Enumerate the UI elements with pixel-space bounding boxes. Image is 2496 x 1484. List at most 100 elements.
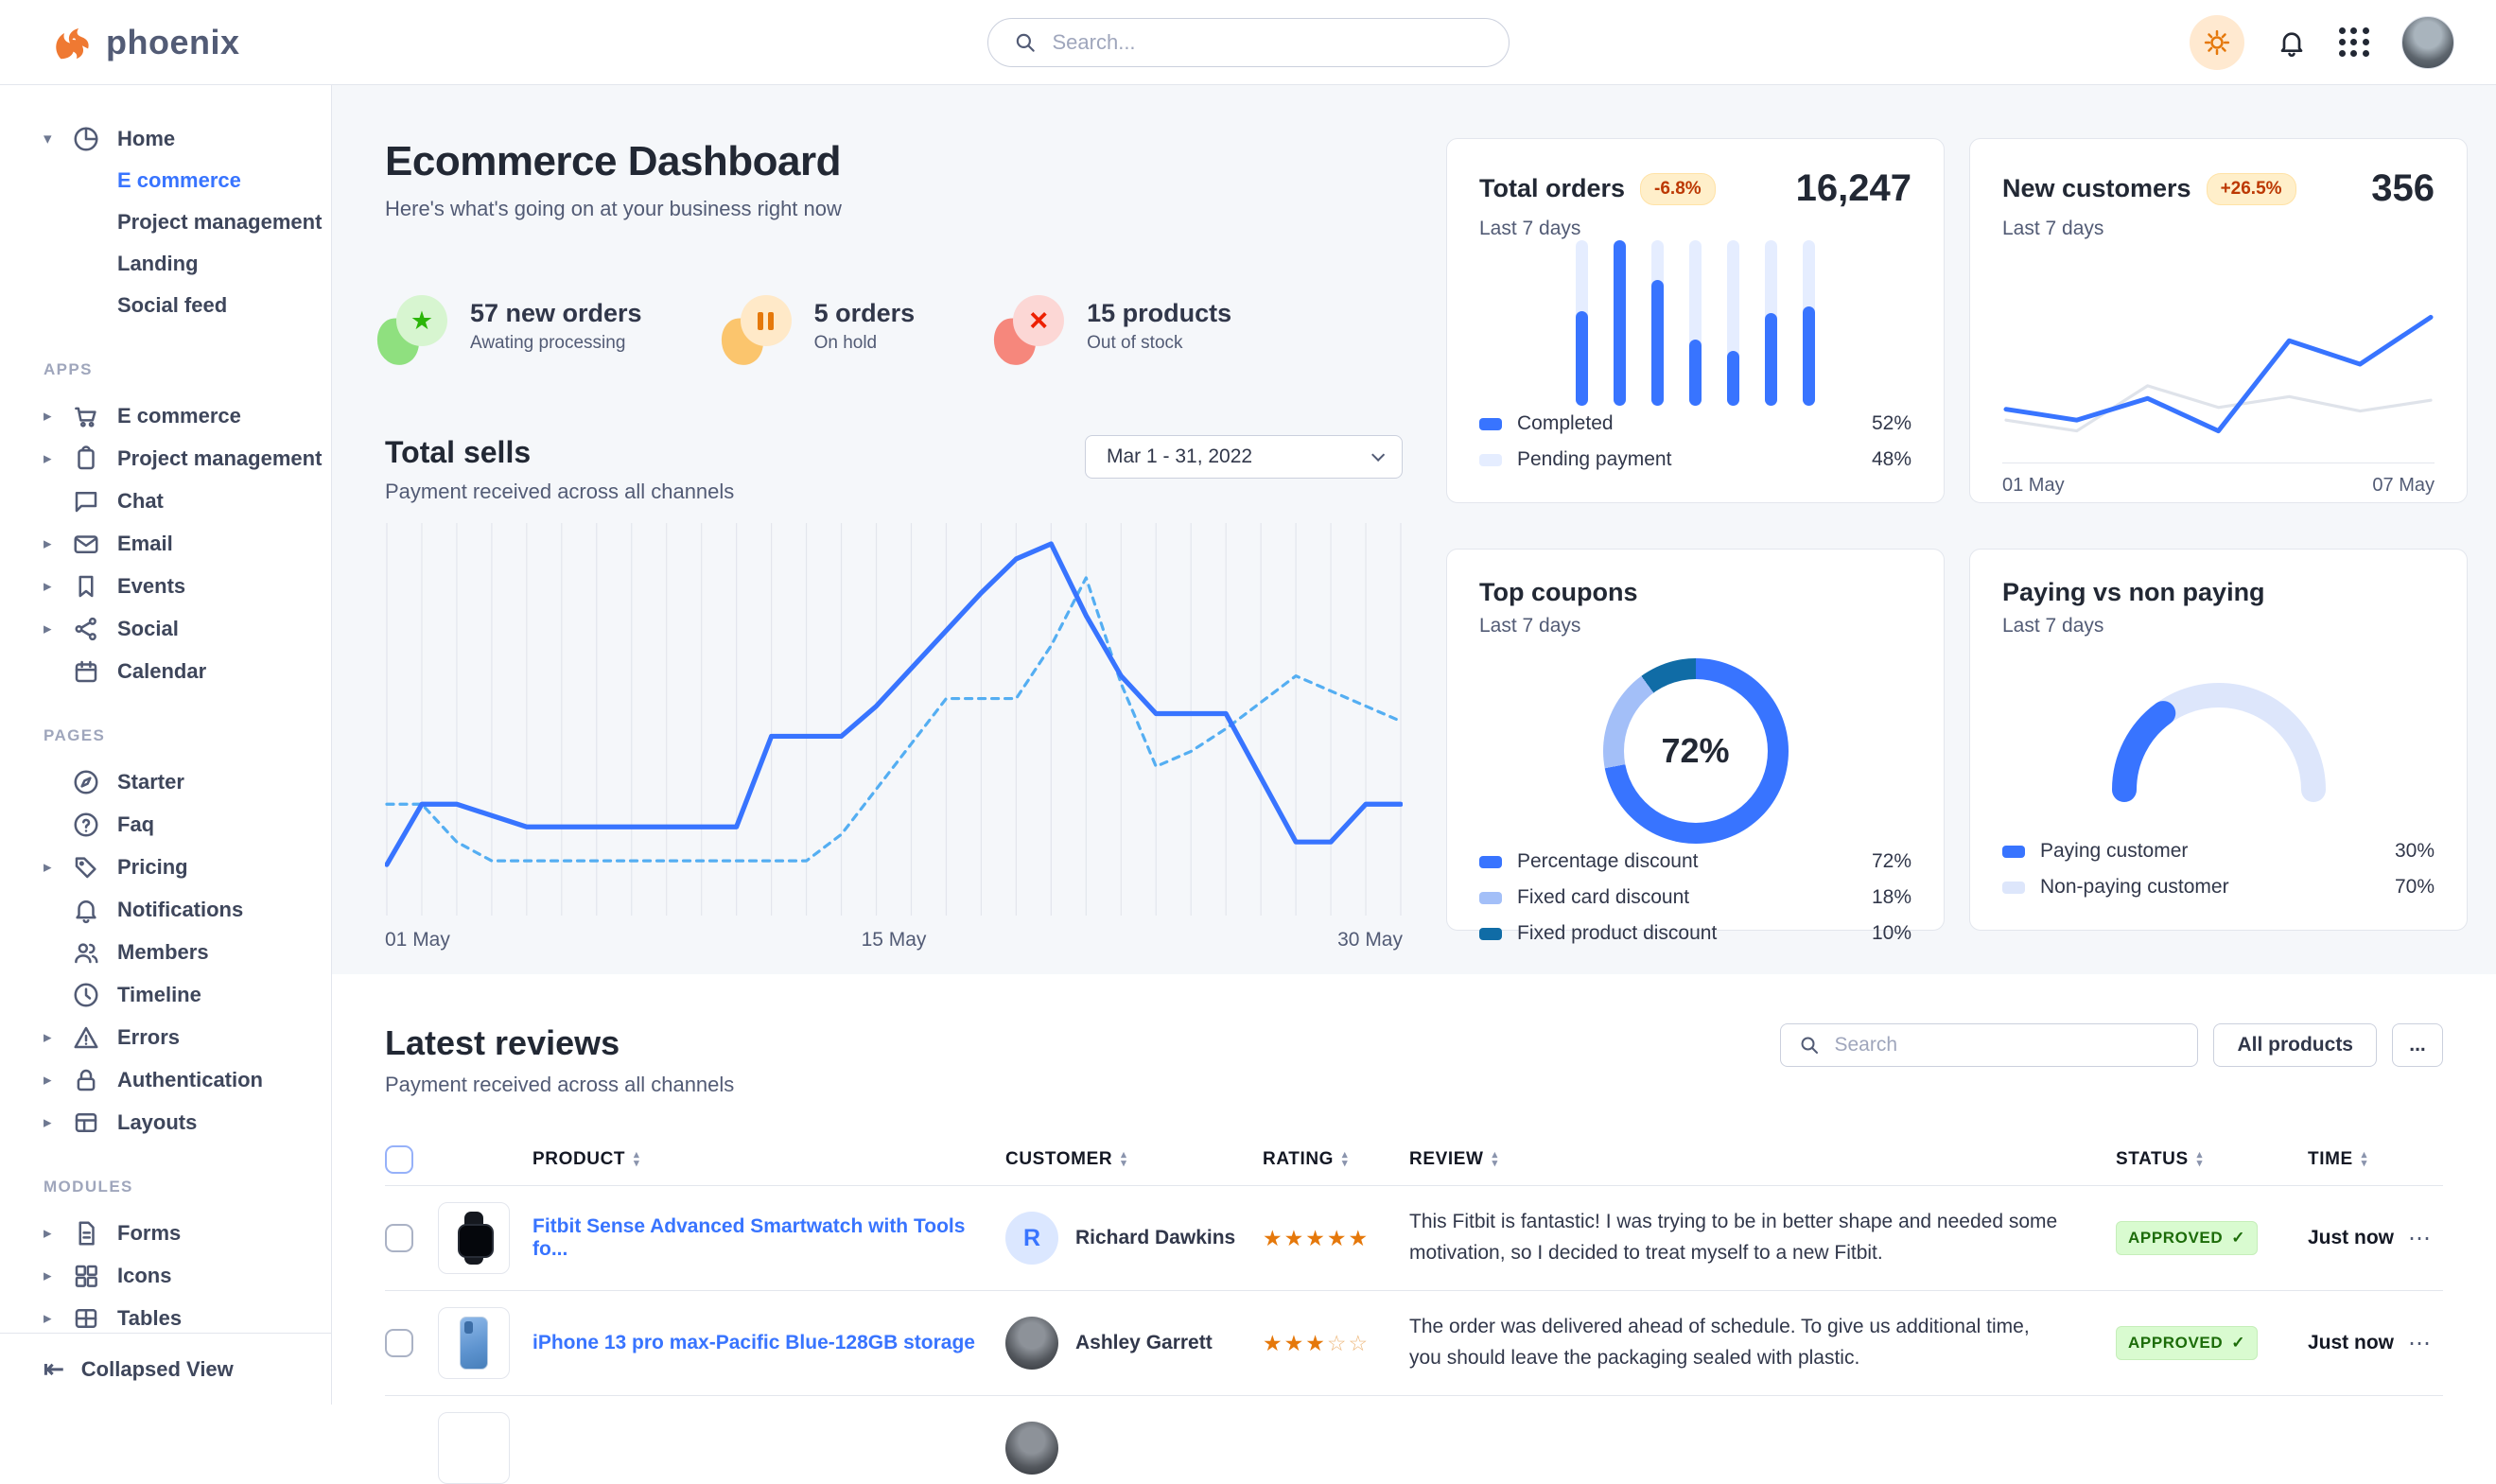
column-header-rating[interactable]: RATING▴▾ [1263,1149,1409,1170]
section-label-apps: APPS [44,360,331,379]
select-all-checkbox[interactable] [385,1145,413,1174]
brand[interactable]: phoenix [47,21,240,64]
sidebar-item-events[interactable]: ▸Events [0,565,331,607]
sort-icon[interactable]: ▴▾ [2197,1151,2203,1168]
sidebar-subitem-e-commerce[interactable]: E commerce [0,160,331,201]
reviews-search[interactable] [1780,1023,2198,1067]
sort-icon[interactable]: ▴▾ [1121,1151,1126,1168]
sidebar-item-project-management[interactable]: ▸Project management [0,437,331,480]
chevron-down-icon [1371,448,1385,462]
apps-grid-icon[interactable] [2339,27,2369,58]
sidebar-item-layouts[interactable]: ▸Layouts [0,1101,331,1144]
sort-icon[interactable]: ▴▾ [1342,1151,1348,1168]
rating-stars: ★★★☆☆ [1263,1331,1409,1356]
bookmark-icon [72,572,100,601]
sidebar-item-errors[interactable]: ▸Errors [0,1016,331,1058]
reviews-menu-button[interactable]: ... [2392,1023,2443,1067]
trend-badge: +26.5% [2207,173,2296,205]
sidebar-item-members[interactable]: Members [0,931,331,973]
clipboard-icon [72,445,100,473]
sidebar-item-chat[interactable]: Chat [0,480,331,522]
row-menu-button[interactable]: ⋯ [2396,1330,2443,1357]
row-checkbox[interactable] [385,1329,413,1357]
sidebar-item-email[interactable]: ▸Email [0,522,331,565]
theme-toggle-button[interactable] [2190,15,2244,70]
legend-value: 70% [2395,876,2435,899]
stat-value: 15 products [1087,299,1231,328]
row-menu-button[interactable]: ⋯ [2396,1225,2443,1252]
product-link[interactable]: iPhone 13 pro max-Pacific Blue-128GB sto… [532,1332,1005,1354]
pie-icon [72,125,100,153]
stat-on-hold: 5 ordersOn hold [729,295,916,358]
order-bar [1765,240,1777,406]
sidebar-item-label: Project management [117,446,322,471]
sidebar-item-label: Errors [117,1025,180,1050]
review-text: The order was delivered ahead of schedul… [1409,1312,2116,1373]
total-sells-chart [385,523,1403,916]
global-search-input[interactable] [1053,30,1484,55]
row-checkbox[interactable] [385,1224,413,1252]
sidebar-item-pricing[interactable]: ▸Pricing [0,846,331,888]
reviews-search-input[interactable] [1834,1034,2180,1056]
card-title: Paying vs non paying [2002,578,2265,607]
sidebar-item-home[interactable]: ▾Home [0,117,331,160]
orders-bar-chart [1576,240,1815,406]
sidebar-item-icons[interactable]: ▸Icons [0,1254,331,1297]
sidebar-item-starter[interactable]: Starter [0,760,331,803]
product-thumbnail[interactable] [438,1307,510,1379]
legend-chip [1479,928,1502,940]
legend-label: Non-paying customer [2040,876,2229,899]
paying-gauge-chart [2101,672,2337,802]
sidebar-subitem-project-management[interactable]: Project management [0,201,331,243]
search-icon [1798,1034,1821,1056]
date-range-select[interactable]: Mar 1 - 31, 2022 [1085,435,1403,479]
legend-row-non-paying-customer: Non-paying customer 70% [2002,869,2435,905]
global-search[interactable] [987,18,1510,67]
status-badge: APPROVED✓ [2116,1221,2258,1255]
x-label-mid: 15 May [862,929,927,952]
sidebar: ▾HomeE commerceProject managementLanding… [0,85,332,1405]
column-header-product[interactable]: PRODUCT▴▾ [532,1149,1005,1170]
column-header-time[interactable]: TIME▴▾ [2308,1149,2396,1170]
user-avatar[interactable] [2401,16,2454,69]
sidebar-item-social[interactable]: ▸Social [0,607,331,650]
sidebar-item-e-commerce[interactable]: ▸E commerce [0,394,331,437]
sidebar-item-notifications[interactable]: Notifications [0,888,331,931]
legend-row-fixed-card-discount: Fixed card discount18% [1479,880,1911,916]
sidebar-item-timeline[interactable]: Timeline [0,973,331,1016]
warning-icon [72,1023,100,1052]
collapsed-view-toggle[interactable]: ⇤ Collapsed View [0,1333,331,1405]
sidebar-item-tables[interactable]: ▸Tables [0,1297,331,1333]
review-text: This Fitbit is fantastic! I was trying t… [1409,1207,2116,1268]
sidebar-item-faq[interactable]: Faq [0,803,331,846]
avatar [1005,1422,1058,1475]
sidebar-subitem-social-feed[interactable]: Social feed [0,285,331,326]
lock-icon [72,1066,100,1094]
bell-icon [72,896,100,924]
sort-icon[interactable]: ▴▾ [2362,1151,2367,1168]
sidebar-item-calendar[interactable]: Calendar [0,650,331,692]
product-thumbnail[interactable] [438,1202,510,1274]
reviews-table-header: PRODUCT▴▾CUSTOMER▴▾RATING▴▾REVIEW▴▾STATU… [385,1133,2443,1186]
all-products-button[interactable]: All products [2213,1023,2377,1067]
sort-icon[interactable]: ▴▾ [634,1151,639,1168]
sidebar-item-label: Home [117,127,175,151]
sidebar-item-forms[interactable]: ▸Forms [0,1212,331,1254]
column-header-customer[interactable]: CUSTOMER▴▾ [1005,1149,1263,1170]
legend-row-fixed-product-discount: Fixed product discount10% [1479,916,1911,952]
brand-name: phoenix [106,23,240,62]
dashboard-section: Ecommerce Dashboard Here's what's going … [332,85,2496,974]
product-link[interactable]: Fitbit Sense Advanced Smartwatch with To… [532,1215,1005,1261]
sidebar-subitem-landing[interactable]: Landing [0,243,331,285]
legend-chip [2002,846,2025,858]
sidebar-item-label: Tables [117,1306,182,1331]
legend-chip [1479,418,1502,430]
clock-icon [72,981,100,1009]
total-orders-card: Total orders -6.8% 16,247 Last 7 days Co… [1446,138,1945,503]
notifications-bell-icon[interactable] [2277,27,2307,58]
column-header-review[interactable]: REVIEW▴▾ [1409,1149,2116,1170]
legend-row-percentage-discount: Percentage discount72% [1479,844,1911,880]
column-header-status[interactable]: STATUS▴▾ [2116,1149,2308,1170]
sort-icon[interactable]: ▴▾ [1492,1151,1498,1168]
sidebar-item-authentication[interactable]: ▸Authentication [0,1058,331,1101]
